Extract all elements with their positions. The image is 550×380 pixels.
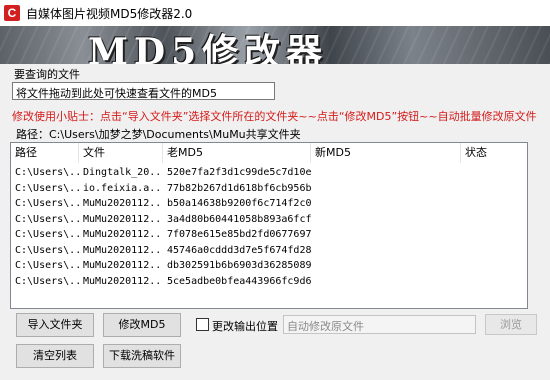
table-header: 路径 文件 老MD5 新MD5 状态	[11, 143, 527, 163]
banner-title: MD5修改器	[88, 31, 329, 64]
title-bar: C 自媒体图片视频MD5修改器2.0	[0, 0, 550, 26]
cell-old-md5: 5ce5adbe0bfea443966fc9d63...	[167, 275, 311, 287]
cell-path: C:\Users\...	[15, 244, 79, 256]
cell-path: C:\Users\...	[15, 229, 79, 240]
cell-new-md5	[311, 212, 461, 227]
cell-path: C:\Users\...	[15, 198, 79, 209]
modify-md5-button[interactable]: 修改MD5	[103, 313, 181, 337]
cell-old-md5: b50a14638b9200f6c714f2c0c...	[167, 198, 311, 209]
window-title: 自媒体图片视频MD5修改器2.0	[26, 7, 193, 21]
cell-file: MuMu2020112...	[83, 275, 163, 287]
cell-new-md5	[311, 227, 461, 242]
table-row[interactable]: C:\Users\... MuMu2020112... 45746a0cddd3d7…	[11, 243, 527, 258]
table-row[interactable]: C:\Users\... MuMu2020112... 3a4d80b6044105…	[11, 212, 527, 227]
change-output-label[interactable]: 更改输出位置	[212, 318, 278, 334]
cell-status	[461, 258, 527, 273]
cell-old-md5: 77b82b267d1d618bf6cb956be...	[167, 182, 311, 194]
cell-path: C:\Users\...	[15, 275, 79, 287]
cell-file: MuMu2020112...	[83, 213, 163, 225]
cell-new-md5	[311, 243, 461, 258]
cell-new-md5	[311, 258, 461, 273]
table-row[interactable]: C:\Users\... MuMu2020112... db302591b6b690…	[11, 258, 527, 273]
cell-status	[461, 165, 527, 180]
query-file-label: 要查询的文件	[14, 68, 80, 81]
cell-path: C:\Users\...	[15, 260, 79, 271]
app-c-icon: C	[4, 5, 20, 21]
col-file[interactable]: 文件	[79, 143, 163, 163]
cell-status	[461, 274, 527, 289]
cell-file: io.feixia.a...	[83, 182, 163, 194]
col-old-md5[interactable]: 老MD5	[163, 143, 311, 163]
cell-file: MuMu2020112...	[83, 198, 163, 209]
cell-file: MuMu2020112...	[83, 229, 163, 240]
output-path-input[interactable]: 自动修改原文件	[283, 315, 476, 334]
table-row[interactable]: C:\Users\... MuMu2020112... b50a14638b9200…	[11, 196, 527, 211]
table-row[interactable]: C:\Users\... io.feixia.a... 77b82b267d1d61…	[11, 181, 527, 196]
cell-new-md5	[311, 165, 461, 180]
cell-status	[461, 227, 527, 242]
usage-tip: 修改使用小贴士：点击“导入文件夹”选择文件所在的文件夹~~点击“修改MD5”按钮…	[12, 110, 537, 123]
cell-path: C:\Users\...	[15, 213, 79, 225]
cell-status	[461, 243, 527, 258]
cell-old-md5: 3a4d80b60441058b893a6fcff...	[167, 213, 311, 225]
table-row[interactable]: C:\Users\... Dingtalk_20... 520e7fa2f3d1c9…	[11, 165, 527, 180]
cell-new-md5	[311, 181, 461, 196]
cell-new-md5	[311, 196, 461, 211]
query-file-input[interactable]: 将文件拖动到此处可快速查看文件的MD5	[12, 82, 275, 100]
cell-old-md5: 45746a0cddd3d7e5f674fd28...	[167, 244, 311, 256]
banner: MD5修改器	[0, 26, 550, 64]
cell-path: C:\Users\...	[15, 182, 79, 194]
col-path[interactable]: 路径	[11, 143, 79, 163]
table-row[interactable]: C:\Users\... MuMu2020112... 5ce5adbe0bfea4…	[11, 274, 527, 289]
cell-status	[461, 212, 527, 227]
download-software-button[interactable]: 下载洗稿软件	[103, 344, 181, 368]
col-new-md5[interactable]: 新MD5	[311, 143, 461, 163]
col-status[interactable]: 状态	[461, 143, 527, 163]
cell-new-md5	[311, 274, 461, 289]
cell-old-md5: db302591b6b6903d362850896...	[167, 260, 311, 271]
cell-old-md5: 520e7fa2f3d1c99de5c7d10e6...	[167, 167, 311, 178]
change-output-checkbox[interactable]	[196, 318, 209, 331]
cell-file: Dingtalk_20...	[83, 167, 163, 178]
file-table[interactable]: 路径 文件 老MD5 新MD5 状态 C:\Users\... Dingtalk_…	[10, 142, 528, 309]
cell-status	[461, 181, 527, 196]
cell-file: MuMu2020112...	[83, 244, 163, 256]
cell-status	[461, 196, 527, 211]
cell-file: MuMu2020112...	[83, 260, 163, 271]
cell-path: C:\Users\...	[15, 167, 79, 178]
cell-old-md5: 7f078e615e85bd2fd06776976...	[167, 229, 311, 240]
browse-button[interactable]: 浏览	[485, 314, 537, 335]
path-label: 路径：C:\Users\加梦之梦\Documents\MuMu共享文件夹	[16, 128, 301, 141]
table-row[interactable]: C:\Users\... MuMu2020112... 7f078e615e85bd…	[11, 227, 527, 242]
import-folder-button[interactable]: 导入文件夹	[16, 313, 94, 337]
clear-list-button[interactable]: 清空列表	[16, 344, 94, 368]
